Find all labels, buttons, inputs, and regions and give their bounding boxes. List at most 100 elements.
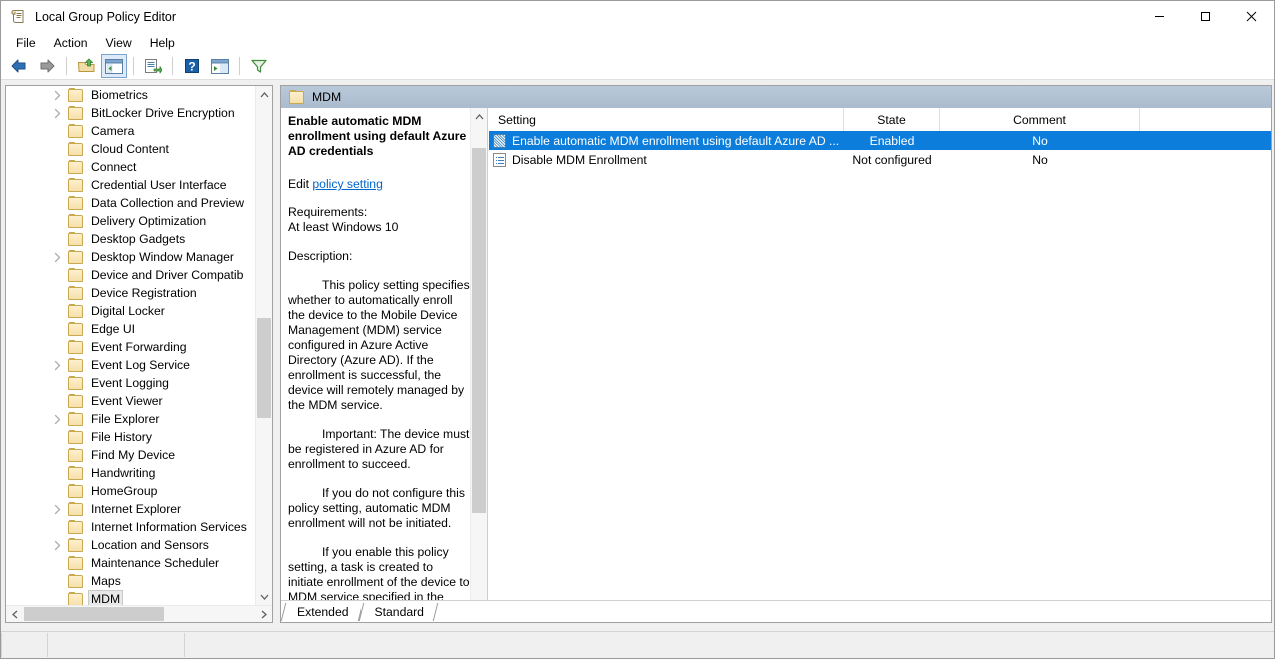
up-one-level-button[interactable]: [73, 54, 99, 78]
tree-scroll-left-button[interactable]: [6, 606, 23, 622]
tree-item-label: MDM: [87, 590, 124, 605]
menu-file[interactable]: File: [7, 34, 45, 52]
tree-item-bitlocker-drive-encryption[interactable]: BitLocker Drive Encryption: [6, 104, 258, 122]
back-button[interactable]: [6, 54, 32, 78]
menu-view[interactable]: View: [97, 34, 141, 52]
menu-bar: File Action View Help: [1, 32, 1274, 53]
description-label: Description:: [288, 249, 353, 263]
svg-text:?: ?: [188, 60, 195, 74]
folder-icon: [289, 89, 304, 104]
column-header-comment[interactable]: Comment: [940, 108, 1140, 131]
filter-button[interactable]: [246, 54, 272, 78]
folder-icon: [68, 375, 83, 390]
tree-item-device-registration[interactable]: Device Registration: [6, 284, 258, 302]
tree-item-label: Cloud Content: [91, 142, 169, 156]
tree-item-label: Find My Device: [91, 448, 175, 462]
tree-item-delivery-optimization[interactable]: Delivery Optimization: [6, 212, 258, 230]
minimize-button[interactable]: [1136, 1, 1182, 32]
tree-vertical-scrollbar[interactable]: [255, 86, 272, 605]
tree-item-device-and-driver-compatib[interactable]: Device and Driver Compatib: [6, 266, 258, 284]
edit-policy-setting-link[interactable]: policy setting: [312, 177, 382, 191]
properties-button[interactable]: [207, 54, 233, 78]
close-button[interactable]: [1228, 1, 1274, 32]
tree-item-camera[interactable]: Camera: [6, 122, 258, 140]
tree-item-label: Event Forwarding: [91, 340, 187, 354]
tree-item-event-viewer[interactable]: Event Viewer: [6, 392, 258, 410]
tree-item-desktop-window-manager[interactable]: Desktop Window Manager: [6, 248, 258, 266]
folder-icon: [68, 141, 83, 156]
tree-item-maps[interactable]: Maps: [6, 572, 258, 590]
table-row[interactable]: Enable automatic MDM enrollment using de…: [489, 131, 1271, 150]
tree-item-connect[interactable]: Connect: [6, 158, 258, 176]
tab-standard[interactable]: Standard: [360, 602, 436, 622]
tree-item-label: Edge UI: [91, 322, 136, 336]
tree-item-credential-user-interface[interactable]: Credential User Interface: [6, 176, 258, 194]
tree-scroll-right-button[interactable]: [255, 606, 272, 622]
tree-item-internet-information-services[interactable]: Internet Information Services: [6, 518, 258, 536]
tree-item-file-explorer[interactable]: File Explorer: [6, 410, 258, 428]
chevron-right-icon[interactable]: [52, 360, 63, 371]
tree-scroll-up-button[interactable]: [256, 86, 272, 103]
chevron-right-icon[interactable]: [52, 108, 63, 119]
chevron-right-icon[interactable]: [52, 90, 63, 101]
tree-item-event-log-service[interactable]: Event Log Service: [6, 356, 258, 374]
menu-action[interactable]: Action: [45, 34, 97, 52]
description-vertical-scrollbar[interactable]: [470, 108, 487, 613]
tree-item-event-forwarding[interactable]: Event Forwarding: [6, 338, 258, 356]
tree-item-desktop-gadgets[interactable]: Desktop Gadgets: [6, 230, 258, 248]
cell-comment: No: [1032, 133, 1048, 148]
menu-help[interactable]: Help: [141, 34, 184, 52]
tree-hscrollbar-thumb[interactable]: [24, 607, 164, 621]
tree-item-cloud-content[interactable]: Cloud Content: [6, 140, 258, 158]
description-scrollbar-thumb[interactable]: [472, 148, 486, 513]
folder-icon: [68, 213, 83, 228]
tree-scroll-down-button[interactable]: [256, 588, 272, 605]
chevron-right-icon[interactable]: [52, 504, 63, 515]
tree-item-biometrics[interactable]: Biometrics: [6, 86, 258, 104]
tree-item-event-logging[interactable]: Event Logging: [6, 374, 258, 392]
tree-item-mdm[interactable]: MDM: [6, 590, 258, 605]
help-button[interactable]: ?: [179, 54, 205, 78]
table-row[interactable]: Disable MDM Enrollment Not configured No: [489, 150, 1271, 169]
folder-icon: [68, 519, 83, 534]
tree-item-label: Location and Sensors: [91, 538, 209, 552]
tree-item-label: Event Log Service: [91, 358, 190, 372]
window-title: Local Group Policy Editor: [35, 9, 177, 24]
tree-item-label: File Explorer: [91, 412, 160, 426]
tree-item-file-history[interactable]: File History: [6, 428, 258, 446]
tree-item-label: Credential User Interface: [91, 178, 227, 192]
tree-item-homegroup[interactable]: HomeGroup: [6, 482, 258, 500]
policy-tree[interactable]: Biometrics BitLocker Drive Encryption Came…: [6, 86, 258, 605]
forward-button[interactable]: [34, 54, 60, 78]
tab-extended[interactable]: Extended: [283, 602, 361, 622]
show-hide-console-tree-button[interactable]: [101, 54, 127, 78]
tree-item-handwriting[interactable]: Handwriting: [6, 464, 258, 482]
edit-prefix-label: Edit: [288, 177, 313, 191]
tree-item-label: Biometrics: [91, 88, 148, 102]
maximize-button[interactable]: [1182, 1, 1228, 32]
tree-item-internet-explorer[interactable]: Internet Explorer: [6, 500, 258, 518]
toolbar-separator: [239, 57, 240, 75]
tree-item-digital-locker[interactable]: Digital Locker: [6, 302, 258, 320]
export-list-button[interactable]: [140, 54, 166, 78]
chevron-right-icon[interactable]: [52, 252, 63, 263]
chevron-right-icon[interactable]: [52, 540, 63, 551]
column-header-setting[interactable]: Setting: [489, 108, 844, 131]
tree-item-edge-ui[interactable]: Edge UI: [6, 320, 258, 338]
tree-item-location-and-sensors[interactable]: Location and Sensors: [6, 536, 258, 554]
cell-state: Not configured: [852, 152, 932, 167]
column-header-state[interactable]: State: [844, 108, 940, 131]
tree-scrollbar-thumb[interactable]: [257, 318, 271, 418]
tab-standard-label: Standard: [374, 605, 424, 619]
folder-icon: [68, 123, 83, 138]
tree-horizontal-scrollbar[interactable]: [6, 605, 272, 622]
toolbar-separator: [172, 57, 173, 75]
window-controls: [1136, 1, 1274, 32]
description-scroll-up-button[interactable]: [471, 108, 487, 125]
chevron-right-icon[interactable]: [52, 414, 63, 425]
tree-item-maintenance-scheduler[interactable]: Maintenance Scheduler: [6, 554, 258, 572]
folder-icon: [68, 357, 83, 372]
tree-item-data-collection-and-preview[interactable]: Data Collection and Preview: [6, 194, 258, 212]
tree-item-find-my-device[interactable]: Find My Device: [6, 446, 258, 464]
toolbar-separator: [133, 57, 134, 75]
